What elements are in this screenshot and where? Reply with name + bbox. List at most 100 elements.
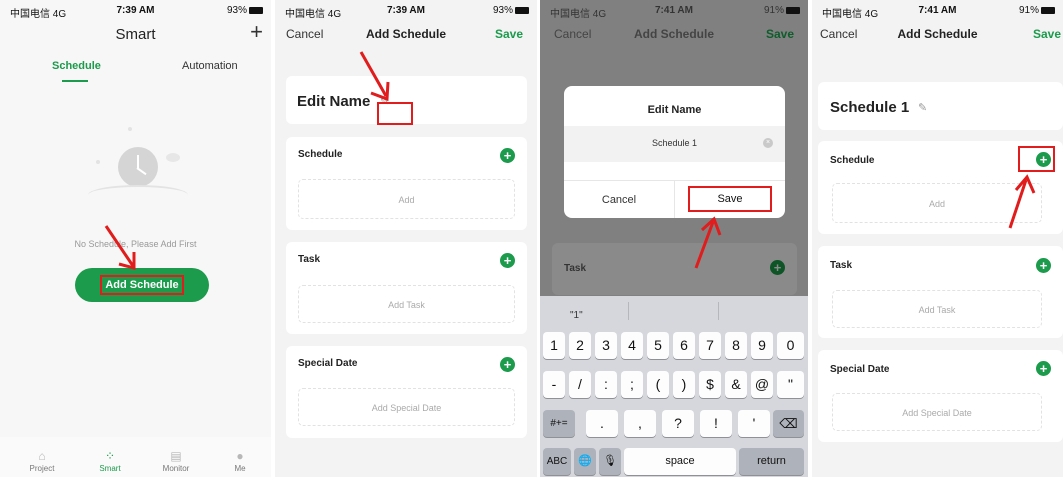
key[interactable]: . xyxy=(586,410,618,437)
key[interactable]: @ xyxy=(751,371,773,398)
cancel-button[interactable]: Cancel xyxy=(286,27,323,41)
key[interactable]: 9 xyxy=(751,332,773,359)
battery-percent: 93% xyxy=(226,5,247,16)
backspace-icon[interactable]: ⌫ xyxy=(773,410,804,437)
key[interactable]: , xyxy=(624,410,656,437)
nav-label: Smart xyxy=(99,464,121,473)
key[interactable]: 4 xyxy=(621,332,643,359)
add-task-plus-icon[interactable]: + xyxy=(500,253,515,268)
key[interactable]: ! xyxy=(700,410,732,437)
battery-icon xyxy=(786,6,800,14)
key[interactable]: 3 xyxy=(595,332,617,359)
battery-indicator: 93% xyxy=(493,5,529,16)
nav-label: Monitor xyxy=(162,464,190,473)
clear-icon[interactable]: × xyxy=(763,138,773,148)
schedule-add-box[interactable]: Add xyxy=(832,183,1042,223)
section-title: Special Date xyxy=(298,358,358,369)
key[interactable]: ) xyxy=(673,371,695,398)
key[interactable]: 2 xyxy=(569,332,591,359)
add-special-date-plus-icon[interactable]: + xyxy=(500,357,515,372)
microphone-icon[interactable]: 🎙 xyxy=(599,448,621,475)
key[interactable]: 0 xyxy=(777,332,804,359)
person-icon: ● xyxy=(236,449,244,463)
nav-monitor[interactable]: ▤ Monitor xyxy=(146,450,206,473)
symbols-key[interactable]: #+= xyxy=(543,410,575,437)
key[interactable]: 1 xyxy=(543,332,565,359)
key[interactable]: " xyxy=(777,371,804,398)
schedule-add-box[interactable]: Add xyxy=(298,179,515,219)
battery-indicator: 91% xyxy=(764,5,800,16)
key[interactable]: ( xyxy=(647,371,669,398)
save-button[interactable]: Save xyxy=(1033,27,1061,41)
key[interactable]: ' xyxy=(738,410,770,437)
screen-add-schedule-named: 中国电信 4G 7:41 AM 91% Add Schedule Cancel … xyxy=(812,0,1063,477)
key[interactable]: 8 xyxy=(725,332,747,359)
add-schedule-highlight[interactable]: Add Schedule xyxy=(100,275,184,295)
cloud-icon xyxy=(166,153,180,162)
key[interactable]: 5 xyxy=(647,332,669,359)
key[interactable]: / xyxy=(569,371,591,398)
key[interactable]: : xyxy=(595,371,617,398)
empty-state-message: No Schedule, Please Add First xyxy=(74,239,197,249)
key[interactable]: - xyxy=(543,371,565,398)
abc-key[interactable]: ABC xyxy=(543,448,571,475)
dialog-cancel-button[interactable]: Cancel xyxy=(564,194,674,206)
globe-icon[interactable]: 🌐 xyxy=(574,448,596,475)
nav-project[interactable]: ⌂ Project xyxy=(12,450,72,473)
section-title: Task xyxy=(830,260,853,271)
key[interactable]: 7 xyxy=(699,332,721,359)
section-title: Schedule xyxy=(830,155,875,166)
screen-edit-name-dialog: 中国电信 4G 7:41 AM 91% Add Schedule Cancel … xyxy=(540,0,808,477)
key[interactable]: & xyxy=(725,371,747,398)
keyboard-suggestion[interactable]: "1" xyxy=(570,310,583,321)
return-key[interactable]: return xyxy=(739,448,804,475)
key[interactable]: $ xyxy=(699,371,721,398)
tab-schedule[interactable]: Schedule xyxy=(52,60,101,72)
task-add-box[interactable]: Add Task xyxy=(298,285,515,323)
dialog-save-button[interactable]: Save xyxy=(688,186,772,212)
section-title: Task xyxy=(298,254,321,265)
name-card: Schedule 1 ✎ xyxy=(818,82,1063,130)
name-input-value[interactable]: Schedule 1 xyxy=(564,138,785,148)
monitor-icon: ▤ xyxy=(170,449,182,463)
screen-smart: 中国电信 4G 7:39 AM 93% Smart + Schedule Aut… xyxy=(0,0,271,477)
tab-automation[interactable]: Automation xyxy=(182,60,238,72)
section-title: Schedule xyxy=(298,149,343,160)
pencil-icon[interactable]: ✎ xyxy=(918,101,927,114)
save-button[interactable]: Save xyxy=(766,27,794,41)
schedule-name[interactable]: Edit Name xyxy=(297,93,370,110)
tab-active-indicator xyxy=(62,80,88,82)
battery-icon xyxy=(249,6,263,14)
space-key[interactable]: space xyxy=(624,448,736,475)
key[interactable]: ? xyxy=(662,410,694,437)
special-date-add-box[interactable]: Add Special Date xyxy=(298,388,515,426)
cancel-button[interactable]: Cancel xyxy=(554,27,591,41)
cancel-button[interactable]: Cancel xyxy=(820,27,857,41)
battery-icon xyxy=(515,6,529,14)
save-button[interactable]: Save xyxy=(495,27,523,41)
task-card: Task + Add Task xyxy=(286,242,527,334)
key[interactable]: ; xyxy=(621,371,643,398)
nav-smart[interactable]: ⁘ Smart xyxy=(80,450,140,473)
add-task-plus-icon[interactable]: + xyxy=(1036,258,1051,273)
status-bar: 中国电信 4G 7:39 AM 93% xyxy=(0,0,271,20)
task-card: Task + Add Task xyxy=(818,246,1063,338)
plus-icon[interactable]: + xyxy=(250,20,263,44)
task-add-box[interactable]: Add Task xyxy=(832,290,1042,328)
name-input[interactable]: Schedule 1 × xyxy=(564,126,785,162)
special-date-add-box[interactable]: Add Special Date xyxy=(832,393,1042,431)
nav-label: Me xyxy=(234,464,246,473)
schedule-name[interactable]: Schedule 1 xyxy=(830,99,909,116)
page-title: Smart xyxy=(115,26,156,43)
edit-name-dialog: Edit Name Schedule 1 × Cancel Save xyxy=(564,86,785,218)
add-task-plus-icon[interactable]: + xyxy=(770,260,785,275)
battery-icon xyxy=(1041,6,1055,14)
section-title: Special Date xyxy=(830,364,890,375)
battery-percent: 91% xyxy=(763,5,784,16)
nav-me[interactable]: ● Me xyxy=(210,450,270,473)
numeric-keyboard: "1" 1 2 3 4 5 6 7 8 9 0 - / : ; ( ) $ & … xyxy=(540,296,808,477)
special-date-card: Special Date + Add Special Date xyxy=(818,350,1063,442)
add-special-date-plus-icon[interactable]: + xyxy=(1036,361,1051,376)
key[interactable]: 6 xyxy=(673,332,695,359)
add-schedule-plus-icon[interactable]: + xyxy=(500,148,515,163)
